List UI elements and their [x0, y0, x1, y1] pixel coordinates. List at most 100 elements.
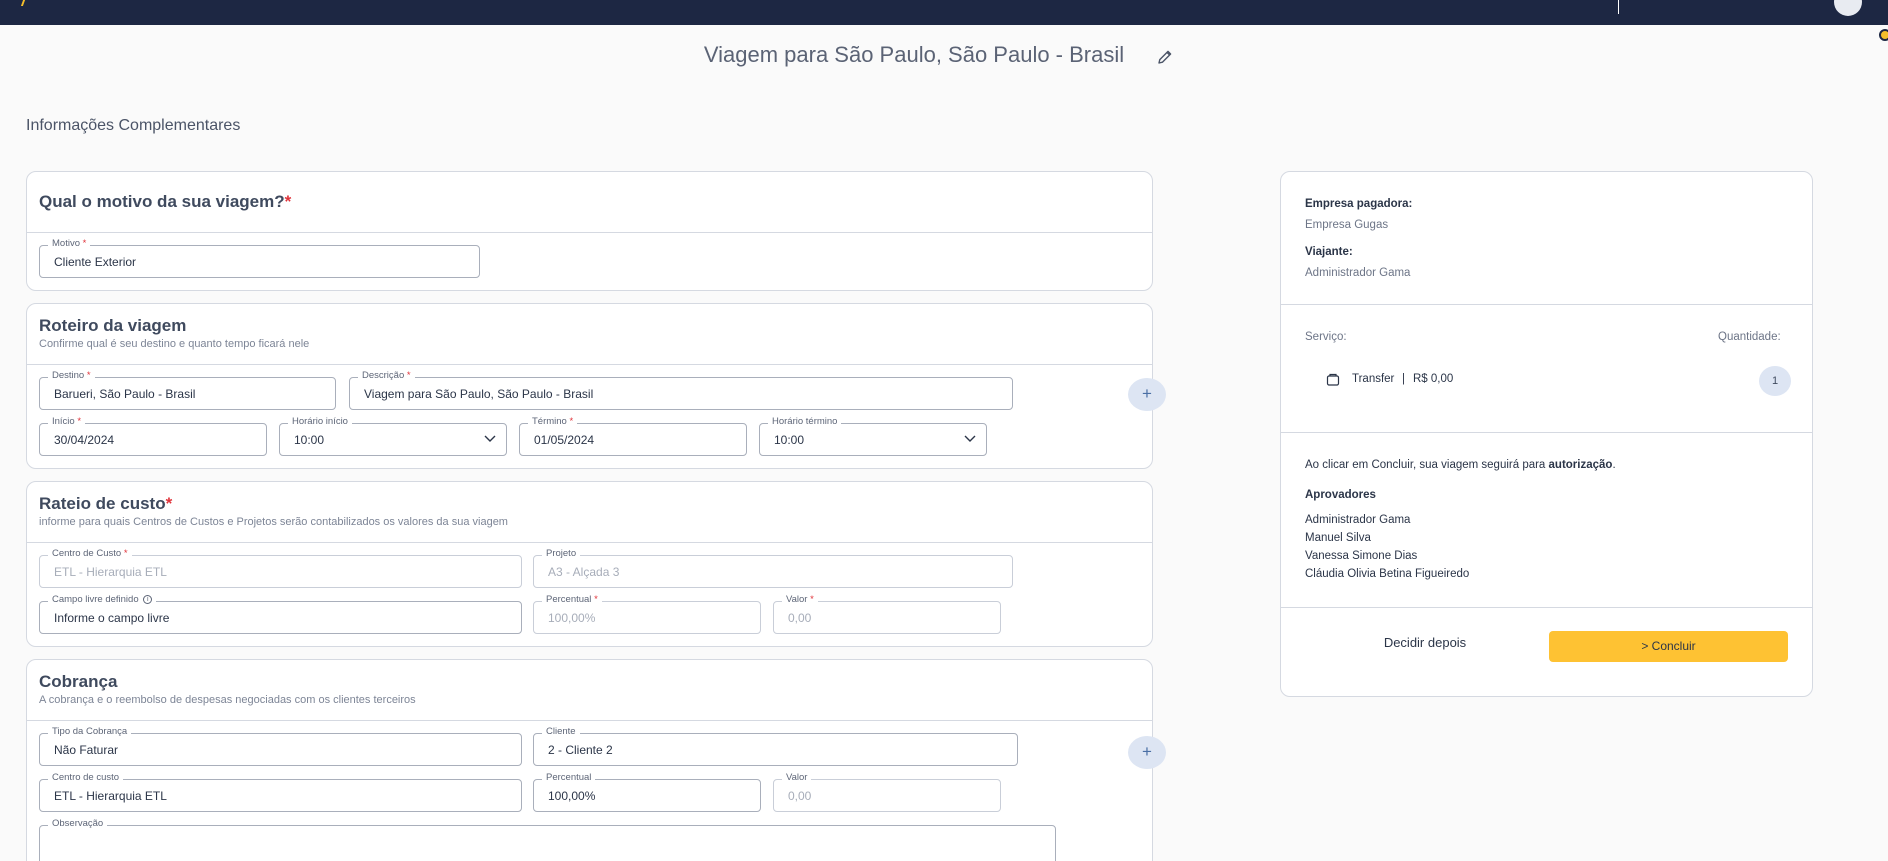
campo-livre-value: Informe o campo livre: [54, 611, 170, 625]
servico-label: Serviço:: [1305, 331, 1347, 343]
cobranca-centro-custo-label: Centro de custo: [48, 772, 124, 783]
approvers-label: Aprovadores: [1305, 489, 1376, 501]
cliente-field[interactable]: Cliente 2 - Cliente 2: [533, 726, 1018, 766]
centro-custo-label: Centro de Custo *: [48, 548, 132, 559]
service-quantity[interactable]: 1: [1759, 366, 1791, 396]
navbar-divider: [1618, 0, 1619, 14]
approver-item: Administrador Gama: [1305, 514, 1411, 526]
campo-livre-field[interactable]: Campo livre definido i Informe o campo l…: [39, 594, 522, 634]
cobranca-percentual-field[interactable]: Percentual 100,00%: [533, 772, 761, 812]
summary-header-block: Empresa pagadora: Empresa Gugas Viajante…: [1281, 172, 1812, 305]
roteiro-title: Roteiro da viagem: [39, 316, 187, 335]
percentual-value: 100,00%: [548, 611, 596, 625]
roteiro-subtitle: Confirme qual é seu destino e quanto tem…: [39, 338, 310, 350]
valor-field[interactable]: Valor * 0,00: [773, 594, 1001, 634]
termino-field[interactable]: Término * 01/05/2024: [519, 416, 747, 456]
cobranca-subtitle: A cobrança e o reembolso de despesas neg…: [39, 694, 416, 706]
motivo-card: Qual o motivo da sua viagem?* Motivo * C…: [26, 171, 1153, 291]
decide-later-button[interactable]: Decidir depois: [1360, 635, 1490, 657]
termino-label: Término *: [528, 416, 578, 427]
horario-inicio-label: Horário início: [288, 416, 352, 427]
percentual-label: Percentual *: [542, 594, 602, 605]
tipo-cobranca-field[interactable]: Tipo da Cobrança Não Faturar: [39, 726, 522, 766]
viajante-label: Viajante:: [1305, 246, 1353, 258]
section-heading: Informações Complementares: [26, 117, 241, 134]
tipo-cobranca-value: Não Faturar: [54, 743, 119, 757]
transfer-icon: [1326, 373, 1340, 386]
horario-inicio-select[interactable]: Horário início 10:00: [279, 416, 507, 456]
destino-label: Destino *: [48, 370, 95, 381]
termino-value: 01/05/2024: [534, 433, 595, 447]
chevron-down-icon[interactable]: [964, 435, 976, 443]
empresa-label: Empresa pagadora:: [1305, 198, 1413, 210]
info-icon[interactable]: i: [143, 594, 153, 604]
summary-panel: Empresa pagadora: Empresa Gugas Viajante…: [1280, 171, 1813, 697]
service-name: Transfer: [1352, 373, 1395, 385]
conclude-button[interactable]: > Concluir: [1549, 631, 1788, 662]
cliente-value: 2 - Cliente 2: [548, 743, 613, 757]
required-mark: *: [165, 494, 173, 513]
brand-logo[interactable]: [20, 0, 30, 6]
chevron-down-icon[interactable]: [484, 435, 496, 443]
cobranca-valor-value: 0,00: [788, 789, 812, 803]
cobranca-percentual-value: 100,00%: [548, 789, 596, 803]
inicio-field[interactable]: Início * 30/04/2024: [39, 416, 267, 456]
destino-field[interactable]: Destino * Barueri, São Paulo - Brasil: [39, 370, 336, 410]
service-separator: |: [1402, 373, 1405, 385]
motivo-title: Qual o motivo da sua viagem?: [39, 192, 285, 211]
descricao-field[interactable]: Descrição * Viagem para São Paulo, São P…: [349, 370, 1013, 410]
rateio-card: Rateio de custo* informe para quais Cent…: [26, 481, 1153, 647]
motivo-field[interactable]: Motivo * Cliente Exterior: [39, 238, 480, 278]
valor-value: 0,00: [788, 611, 812, 625]
projeto-label: Projeto: [542, 548, 581, 559]
cobranca-title: Cobrança: [39, 672, 118, 691]
motivo-label: Motivo *: [48, 238, 91, 249]
viajante-value: Administrador Gama: [1305, 267, 1411, 279]
inicio-label: Início *: [48, 416, 86, 427]
roteiro-card: Roteiro da viagem Confirme qual é seu de…: [26, 303, 1153, 469]
page-title: Viagem para São Paulo, São Paulo - Brasi…: [703, 42, 1125, 67]
approval-notice: Ao clicar em Concluir, sua viagem seguir…: [1305, 459, 1616, 471]
cliente-label: Cliente: [542, 726, 580, 737]
motivo-value: Cliente Exterior: [54, 255, 137, 269]
cobranca-percentual-label: Percentual: [542, 772, 596, 783]
cobranca-valor-field[interactable]: Valor 0,00: [773, 772, 1001, 812]
horario-termino-label: Horário término: [768, 416, 842, 427]
observacao-field[interactable]: Observação: [39, 818, 1056, 861]
descricao-label: Descrição *: [358, 370, 415, 381]
rateio-subtitle: informe para quais Centros de Custos e P…: [39, 516, 508, 528]
service-price: R$ 0,00: [1413, 373, 1454, 385]
approver-item: Cláudia Olivia Betina Figueiredo: [1305, 568, 1470, 580]
projeto-field[interactable]: Projeto A3 - Alçada 3: [533, 548, 1013, 588]
user-avatar[interactable]: [1834, 0, 1862, 16]
horario-inicio-value: 10:00: [294, 433, 325, 447]
cobranca-valor-label: Valor: [782, 772, 812, 783]
add-destination-button[interactable]: +: [1128, 378, 1166, 411]
centro-custo-value: ETL - Hierarquia ETL: [54, 565, 167, 579]
observacao-label: Observação: [48, 818, 108, 829]
approver-item: Vanessa Simone Dias: [1305, 550, 1418, 562]
cobranca-centro-custo-value: ETL - Hierarquia ETL: [54, 789, 167, 803]
tipo-cobranca-label: Tipo da Cobrança: [48, 726, 132, 737]
approval-block: Ao clicar em Concluir, sua viagem seguir…: [1281, 433, 1812, 608]
descricao-value: Viagem para São Paulo, São Paulo - Brasi…: [364, 387, 594, 401]
top-navbar: [0, 0, 1888, 25]
add-cobranca-button[interactable]: +: [1128, 736, 1166, 769]
cobranca-centro-custo-field[interactable]: Centro de custo ETL - Hierarquia ETL: [39, 772, 522, 812]
accessibility-icon[interactable]: [1879, 29, 1888, 41]
campo-livre-label: Campo livre definido i: [48, 594, 157, 605]
services-block: Serviço: Quantidade: Transfer | R$ 0,00 …: [1281, 305, 1812, 433]
horario-termino-value: 10:00: [774, 433, 805, 447]
empresa-value: Empresa Gugas: [1305, 219, 1389, 231]
percentual-field[interactable]: Percentual * 100,00%: [533, 594, 761, 634]
rateio-title: Rateio de custo: [39, 494, 166, 513]
destino-value: Barueri, São Paulo - Brasil: [54, 387, 196, 401]
quantidade-label: Quantidade:: [1718, 331, 1781, 343]
inicio-value: 30/04/2024: [54, 433, 115, 447]
edit-title-icon[interactable]: [1156, 48, 1174, 66]
valor-label: Valor *: [782, 594, 818, 605]
horario-termino-select[interactable]: Horário término 10:00: [759, 416, 987, 456]
centro-custo-field[interactable]: Centro de Custo * ETL - Hierarquia ETL: [39, 548, 522, 588]
approver-item: Manuel Silva: [1305, 532, 1371, 544]
projeto-value: A3 - Alçada 3: [548, 565, 620, 579]
